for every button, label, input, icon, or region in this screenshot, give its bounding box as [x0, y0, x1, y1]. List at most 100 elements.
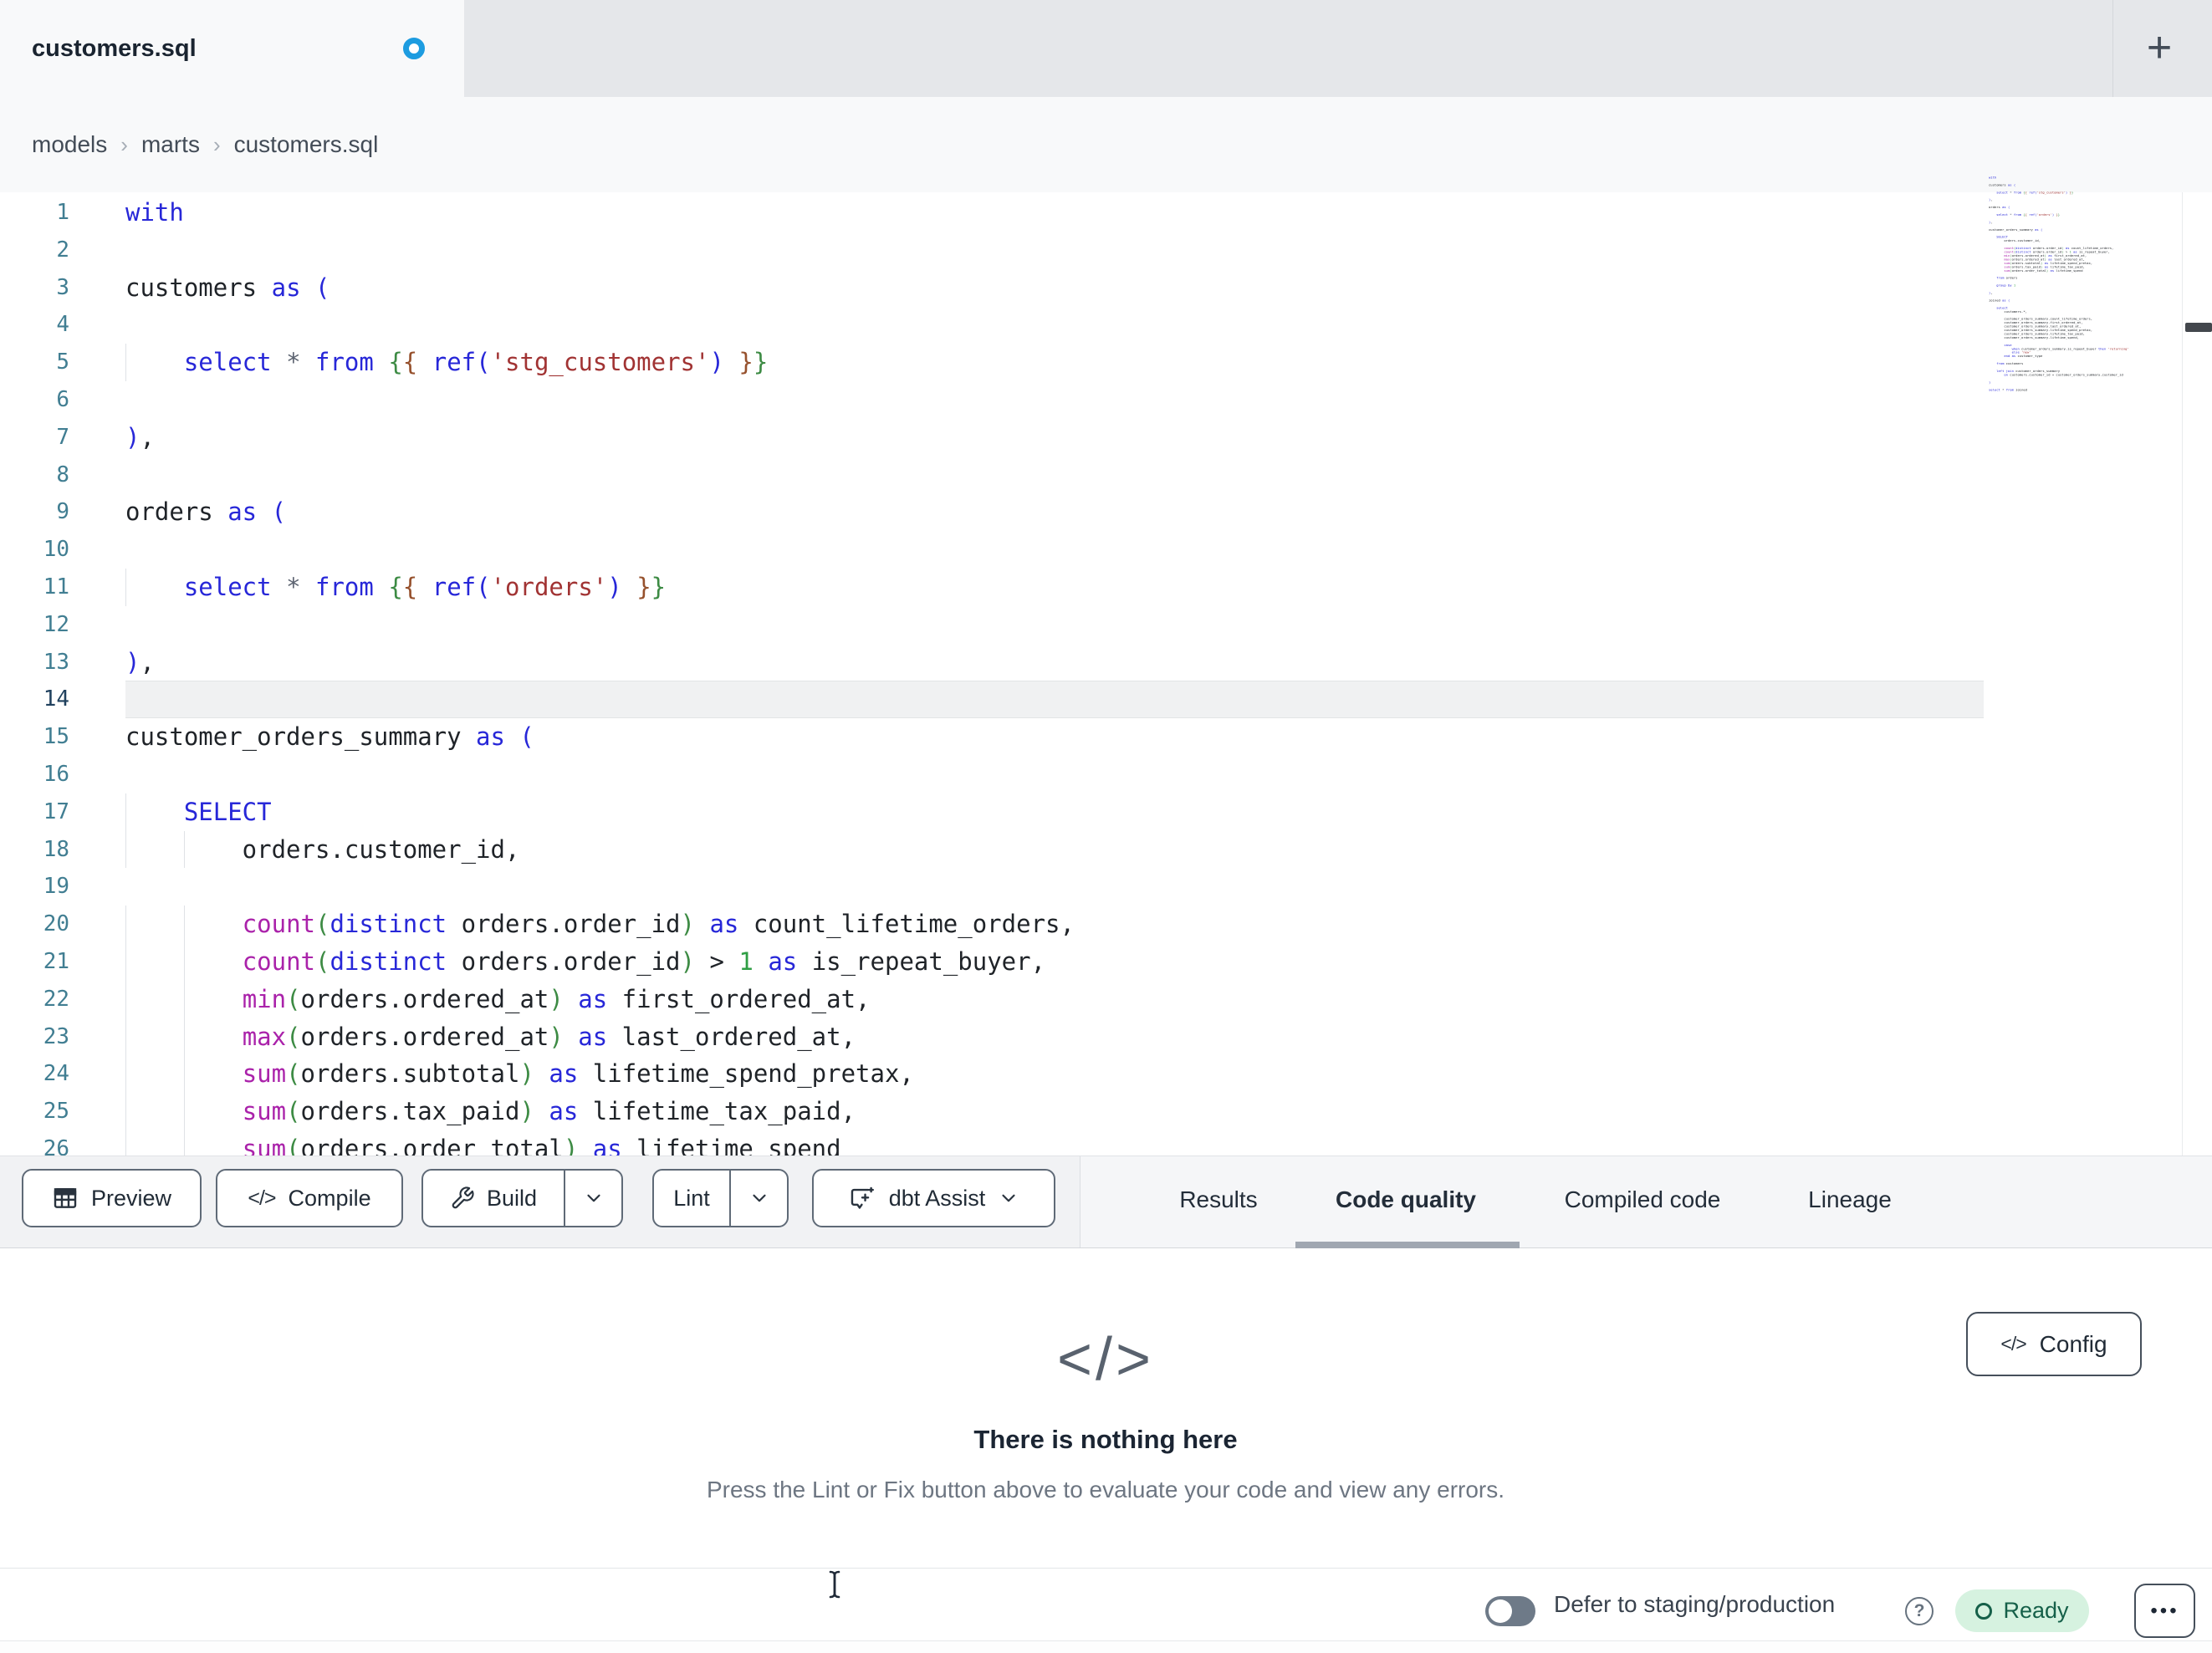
code-line-content: customers as (	[125, 273, 330, 302]
chevron-down-icon	[586, 1194, 600, 1202]
code-brackets-icon: </>	[2000, 1333, 2026, 1355]
table-icon	[52, 1185, 79, 1212]
breadcrumb-bar: models›marts›customers.sql Save	[0, 97, 2212, 273]
lint-button[interactable]: Lint	[654, 1186, 729, 1212]
breadcrumb-item: marts	[140, 131, 200, 157]
defer-label: Defer to staging/production	[1554, 1591, 1836, 1617]
unsaved-changes-dot-icon	[403, 38, 425, 59]
code-line-content: sum(orders.tax_paid) as lifetime_tax_pai…	[125, 1093, 2212, 1130]
line-number: 4	[56, 312, 69, 338]
code-line[interactable]: 22 min(orders.ordered_at) as first_order…	[0, 980, 2212, 1018]
build-dropdown-button[interactable]	[565, 1187, 621, 1209]
active-tab-underline	[1295, 1242, 1520, 1248]
more-options-button[interactable]: •••	[2134, 1584, 2195, 1638]
line-number: 25	[43, 1099, 69, 1125]
bottom-strip	[0, 1640, 2212, 1653]
compile-button-label: Compile	[288, 1185, 371, 1211]
code-line[interactable]: 20 count(distinct orders.order_id) as co…	[0, 906, 2212, 943]
code-quality-panel	[0, 1248, 2212, 1568]
code-line[interactable]: 6	[0, 381, 2212, 419]
breadcrumb-item: customers.sql	[233, 131, 379, 157]
line-number: 14	[43, 686, 69, 712]
code-line[interactable]: 10	[0, 531, 2212, 569]
code-line-content: count(distinct orders.order_id) as count…	[125, 906, 2212, 943]
code-line[interactable]: 16	[0, 756, 2212, 793]
line-number: 12	[43, 611, 69, 637]
editor-tab-title: customers.sql	[32, 35, 197, 62]
code-line[interactable]: 2	[0, 232, 2212, 269]
tab-bar: customers.sql +	[0, 0, 2212, 97]
line-number: 15	[43, 724, 69, 750]
code-line[interactable]: 14	[0, 681, 2212, 718]
tab-lineage[interactable]: Lineage	[1808, 1156, 1892, 1242]
lint-dropdown-button[interactable]	[731, 1187, 787, 1209]
compile-button[interactable]: </> Compile	[216, 1169, 403, 1227]
line-number: 8	[56, 462, 69, 487]
line-number: 11	[43, 574, 69, 599]
new-tab-button[interactable]: +	[2128, 12, 2191, 84]
code-line-content: SELECT	[125, 793, 2212, 831]
code-line[interactable]: 24 sum(orders.subtotal) as lifetime_spen…	[0, 1055, 2212, 1094]
code-line-content: count(distinct orders.order_id) > 1 as i…	[125, 942, 2212, 981]
editor-scrollbar[interactable]	[2182, 192, 2212, 1156]
breadcrumb-separator-icon: ›	[120, 131, 128, 157]
code-line[interactable]: 3 customers as (	[0, 269, 2212, 307]
defer-toggle[interactable]	[1485, 1596, 1535, 1626]
code-line-content: orders as (	[125, 497, 287, 527]
line-number: 20	[43, 911, 69, 937]
dbt-assist-button[interactable]: dbt Assist	[812, 1169, 1055, 1227]
code-line[interactable]: 8	[0, 457, 2212, 494]
line-number: 6	[56, 386, 69, 412]
code-line[interactable]: 26 sum(orders.order_total) as lifetime_s…	[0, 1130, 2212, 1156]
scrollbar-thumb[interactable]	[2185, 323, 2212, 332]
code-line[interactable]: 7),	[0, 419, 2212, 457]
text-cursor-icon	[824, 1569, 845, 1600]
chevron-down-icon	[1002, 1194, 1015, 1202]
code-line[interactable]: 4	[0, 306, 2212, 344]
minimap[interactable]: with customers as ( select * from {{ ref(…	[1989, 176, 2179, 677]
wrench-icon	[450, 1186, 475, 1211]
code-editor[interactable]: 1 with 2 3 customers as ( 4 5 select * from {{…	[0, 192, 2212, 1156]
tab-results[interactable]: Results	[1179, 1156, 1257, 1242]
config-button-label: Config	[2039, 1330, 2107, 1357]
line-number: 24	[43, 1061, 69, 1087]
line-number: 10	[43, 537, 69, 563]
code-line-content: ),	[125, 422, 155, 452]
action-toolbar: Results Code quality Compiled code Lineage …	[0, 1156, 2212, 1248]
code-line[interactable]: 5 select * from {{ ref('stg_customers') …	[0, 344, 2212, 381]
code-line-content: sum(orders.subtotal) as lifetime_spend_p…	[125, 1055, 2212, 1094]
preview-button[interactable]: Preview	[22, 1169, 202, 1227]
code-line[interactable]: 9 orders as (	[0, 493, 2212, 531]
code-empty-icon: </>	[1056, 1326, 1155, 1393]
ready-circle-icon	[1975, 1602, 1993, 1620]
tab-compiled-code[interactable]: Compiled code	[1565, 1156, 1721, 1242]
code-line[interactable]: 13),	[0, 644, 2212, 681]
code-line-content: customer_orders_summary as (	[125, 722, 534, 752]
line-number: 3	[56, 274, 69, 300]
editor-tab-customers-sql[interactable]: customers.sql	[0, 0, 464, 97]
line-number: 26	[43, 1135, 69, 1156]
status-bar	[0, 1568, 2212, 1640]
code-line[interactable]: 21 count(distinct orders.order_id) > 1 a…	[0, 942, 2212, 981]
tab-code-quality[interactable]: Code quality	[1336, 1156, 1476, 1242]
line-number: 19	[43, 874, 69, 900]
code-line-content: max(orders.ordered_at) as last_ordered_a…	[125, 1018, 2212, 1056]
code-line[interactable]: 25 sum(orders.tax_paid) as lifetime_tax_…	[0, 1093, 2212, 1130]
code-line-content: select * from {{ ref('stg_customers') }}	[125, 344, 2212, 381]
build-button[interactable]: Build	[423, 1186, 564, 1212]
code-line[interactable]: 15 customer_orders_summary as (	[0, 718, 2212, 756]
lint-split-button: Lint	[652, 1169, 789, 1227]
code-line[interactable]: 17 SELECT	[0, 793, 2212, 831]
code-line[interactable]: 12	[0, 606, 2212, 644]
tab-bar-divider	[2112, 0, 2113, 97]
line-number: 21	[43, 948, 69, 974]
code-line[interactable]: 1 with	[0, 194, 2212, 232]
help-icon[interactable]: ?	[1905, 1597, 1934, 1625]
line-number: 1	[56, 200, 69, 225]
code-line[interactable]: 23 max(orders.ordered_at) as last_ordere…	[0, 1018, 2212, 1056]
config-button[interactable]: </> Config	[1966, 1312, 2142, 1376]
code-line[interactable]: 11 select * from {{ ref('orders') }}	[0, 568, 2212, 606]
code-line[interactable]: 19	[0, 868, 2212, 906]
empty-state-title: There is nothing here	[973, 1425, 1238, 1454]
code-line[interactable]: 18 orders.customer_id,	[0, 830, 2212, 869]
